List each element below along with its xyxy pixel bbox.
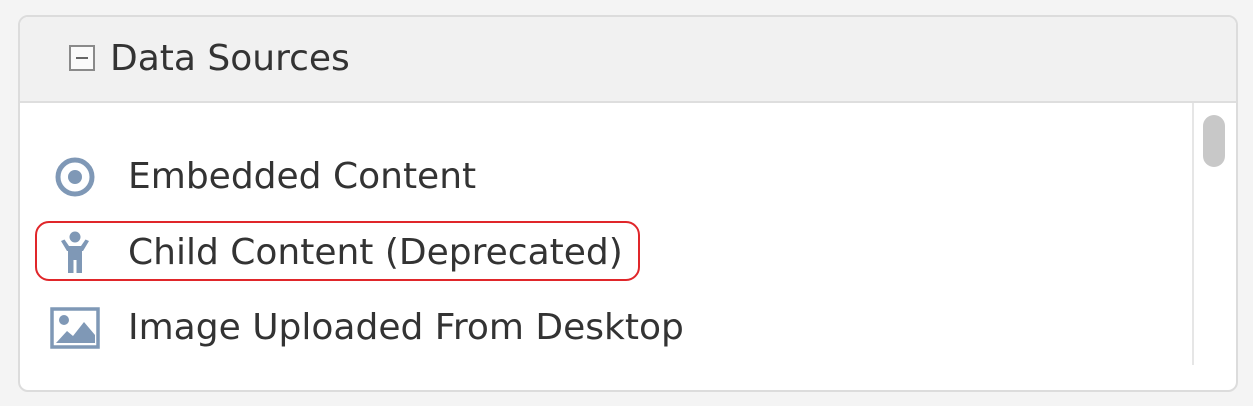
child-person-icon [50,228,100,278]
scrollbar-track[interactable] [1192,103,1236,365]
collapse-toggle-button[interactable] [69,45,95,71]
list-item-embedded-content[interactable]: Embedded Content [50,147,476,207]
list-item-image-upload[interactable]: Image Uploaded From Desktop [50,298,684,358]
list-item-child-content[interactable]: Child Content (Deprecated) [50,223,623,283]
target-icon [50,152,100,202]
list-item-label: Image Uploaded From Desktop [128,307,684,348]
list-item-label: Child Content (Deprecated) [128,232,623,273]
data-sources-panel: Data Sources Embedded Content Child Cont… [18,15,1238,392]
scrollbar-thumb[interactable] [1203,115,1225,167]
data-source-list: Embedded Content Child Content (Deprecat… [20,103,1190,390]
panel-title: Data Sources [110,38,350,79]
image-icon [50,303,100,353]
list-item-label: Embedded Content [128,156,477,197]
panel-header: Data Sources [20,17,1236,103]
